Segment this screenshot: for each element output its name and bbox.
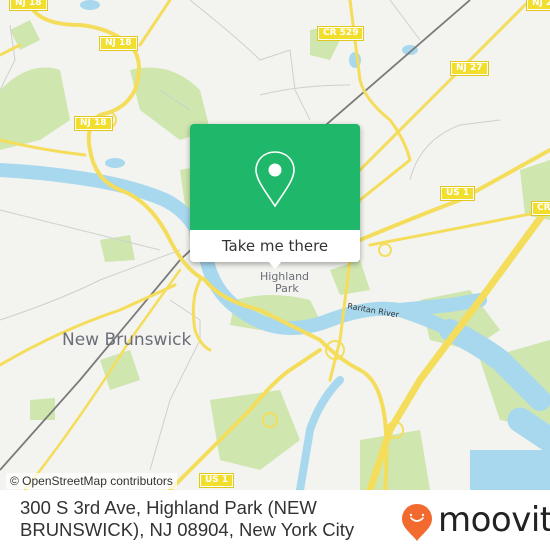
road-shield-us-1: US 1 <box>198 473 235 488</box>
address-text: 300 S 3rd Ave, Highland Park (NEW BRUNSW… <box>20 497 355 540</box>
moovit-pin-icon <box>402 504 432 541</box>
road-shield-nj-18: NJ 18 <box>9 0 48 11</box>
popup-pointer <box>268 261 282 269</box>
road-shield-nj-27: NJ 27 <box>450 61 489 76</box>
moovit-wordmark: moovit <box>438 500 550 540</box>
osm-attribution-link[interactable]: © OpenStreetMap contributors <box>6 473 177 489</box>
place-label-line: Park <box>275 282 299 295</box>
map[interactable]: NJ 18 NJ 18 NJ 18 CR 529 NJ 27 US 1 CR N… <box>0 0 550 490</box>
popup-header <box>190 124 360 230</box>
place-label-new-brunswick: New Brunswick <box>62 330 192 350</box>
map-pin-icon <box>255 151 295 208</box>
road-shield-cr-529: CR 529 <box>316 26 365 41</box>
location-popup: Take me there <box>190 124 360 269</box>
road-shield-cr: CR <box>531 201 550 216</box>
place-label-highland-park: Highland Park <box>260 271 309 295</box>
road-shield-nj-18: NJ 18 <box>99 36 138 51</box>
road-shield-nj-18: NJ 18 <box>74 116 113 131</box>
take-me-there-button[interactable]: Take me there <box>190 230 360 262</box>
road-shield-us-1: US 1 <box>439 186 476 201</box>
road-shield-nj: NJ 2 <box>525 0 550 11</box>
